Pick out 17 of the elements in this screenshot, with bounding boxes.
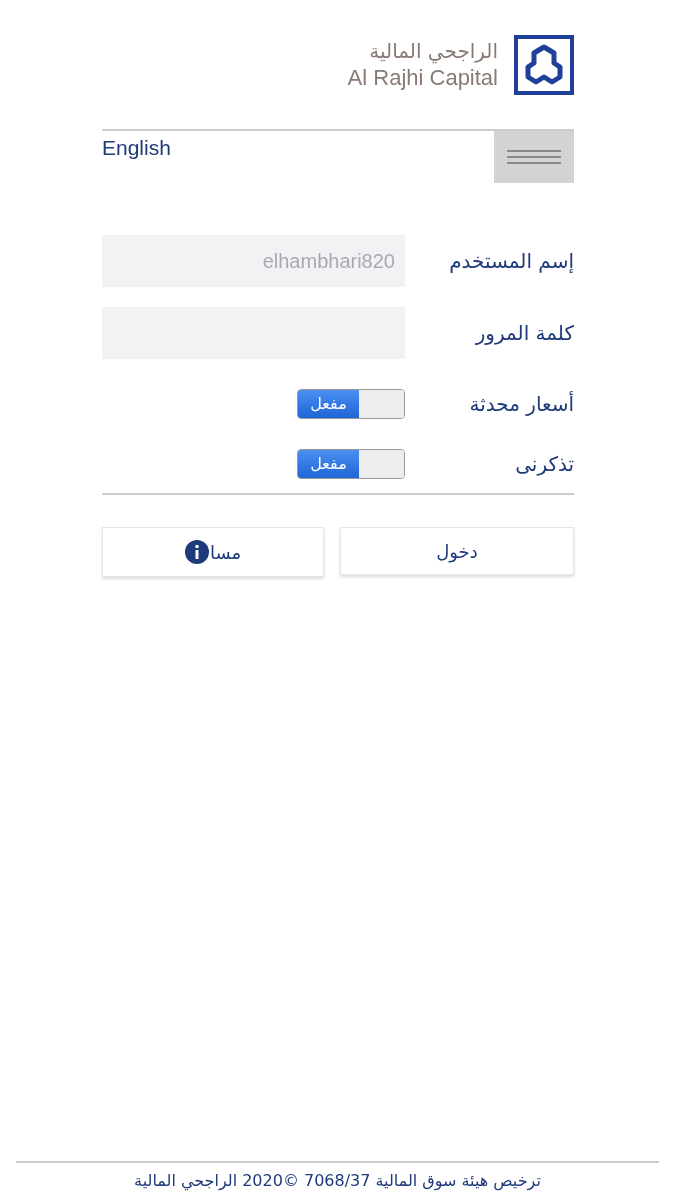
logo-english-name: Al Rajhi Capital bbox=[347, 64, 498, 92]
logo-arabic-name: الراجحي المالية bbox=[369, 38, 498, 64]
menu-button[interactable] bbox=[494, 131, 574, 183]
toggle-switch[interactable]: مفعل bbox=[297, 449, 405, 479]
logo-icon bbox=[514, 35, 574, 95]
menu-icon bbox=[507, 149, 561, 165]
toggle-label: تذكرنى bbox=[515, 452, 574, 476]
info-icon bbox=[184, 540, 209, 564]
login-button[interactable]: دخول bbox=[340, 527, 574, 575]
field-label: إسم المستخدم bbox=[449, 249, 574, 273]
toggle-label: أسعار محدثة bbox=[469, 392, 574, 416]
toggle-switch[interactable]: مفعل bbox=[297, 389, 405, 419]
footer-text: ترخيص هيئة سوق المالية 7068/37 ©2020 الراجحي المالية bbox=[134, 1171, 541, 1190]
language-link[interactable]: English bbox=[102, 136, 171, 160]
help-button[interactable]: مسا bbox=[102, 527, 324, 577]
help-label: مسا bbox=[209, 541, 242, 563]
field-label: كلمة المرور bbox=[475, 321, 574, 345]
